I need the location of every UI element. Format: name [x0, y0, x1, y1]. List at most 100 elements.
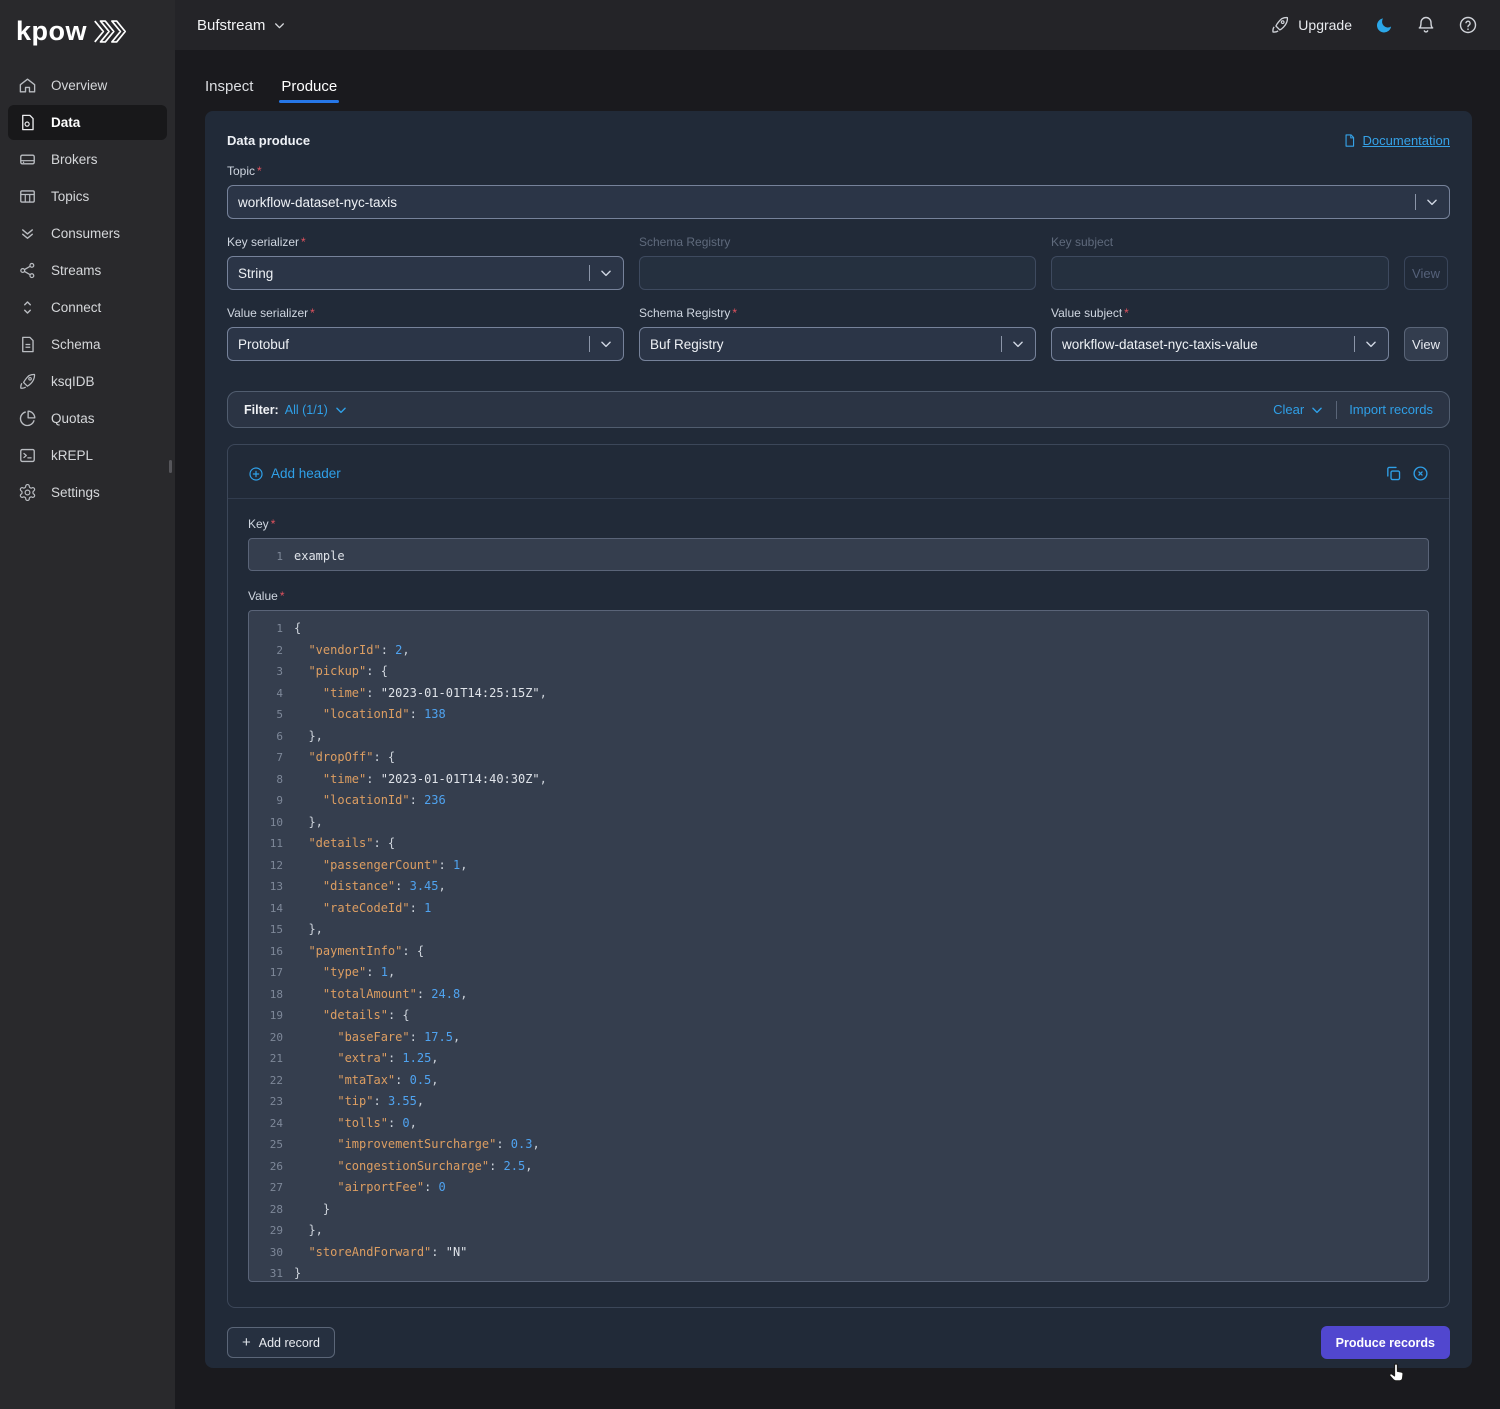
add-header-button[interactable]: Add header: [248, 466, 341, 482]
code-line: 16 "paymentInfo": {: [249, 941, 1428, 963]
sidebar: kpow OverviewDataBrokersTopicsConsumersS…: [0, 0, 175, 1409]
topic-select[interactable]: workflow-dataset-nyc-taxis: [227, 185, 1450, 219]
chevron-down-icon: [273, 19, 286, 32]
filter-bar: Filter: All (1/1) Clear Import records: [227, 391, 1450, 428]
tab-inspect[interactable]: Inspect: [205, 78, 253, 111]
home-icon: [18, 76, 37, 95]
record-key-editor[interactable]: 1example: [248, 538, 1429, 571]
value-subject-view-button[interactable]: View: [1404, 327, 1448, 361]
key-serializer-label: Key serializer*: [227, 235, 624, 249]
rocket-icon: [1270, 15, 1290, 35]
sidebar-item-settings[interactable]: Settings: [8, 475, 167, 510]
value-subject-select[interactable]: workflow-dataset-nyc-taxis-value: [1051, 327, 1389, 361]
cluster-selector[interactable]: Bufstream: [197, 17, 286, 34]
sidebar-item-connect[interactable]: Connect: [8, 290, 167, 325]
add-record-button[interactable]: + Add record: [227, 1327, 335, 1358]
sidebar-item-label: Topics: [51, 189, 89, 204]
consumers-chevrons-icon: [18, 224, 37, 243]
code-line: 18 "totalAmount": 24.8,: [249, 984, 1428, 1006]
data-file-icon: [18, 113, 37, 132]
streams-share-icon: [18, 261, 37, 280]
schema-registry-label: Schema Registry*: [639, 306, 1036, 320]
sidebar-item-quotas[interactable]: Quotas: [8, 401, 167, 436]
schema-registry-select[interactable]: Buf Registry: [639, 327, 1036, 361]
upgrade-button[interactable]: Upgrade: [1270, 15, 1352, 35]
kpow-chevrons-icon: [91, 19, 129, 44]
code-line: 23 "tip": 3.55,: [249, 1091, 1428, 1113]
import-records-button[interactable]: Import records: [1349, 402, 1433, 417]
sidebar-item-data[interactable]: Data: [8, 105, 167, 140]
sidebar-item-topics[interactable]: Topics: [8, 179, 167, 214]
required-star: *: [257, 164, 262, 178]
tab-produce[interactable]: Produce: [281, 78, 337, 111]
key-subject-label: Key subject: [1051, 235, 1389, 249]
code-line: 12 "passengerCount": 1,: [249, 855, 1428, 877]
value-subject-value: workflow-dataset-nyc-taxis-value: [1062, 337, 1348, 352]
key-schema-registry-input: [639, 256, 1036, 290]
code-line: 31}: [249, 1263, 1428, 1282]
gear-icon: [18, 483, 37, 502]
sidebar-item-label: kREPL: [51, 448, 93, 463]
sidebar-item-ksqidb[interactable]: ksqIDB: [8, 364, 167, 399]
sidebar-item-overview[interactable]: Overview: [8, 68, 167, 103]
topbar: Bufstream Upgrade: [175, 0, 1500, 50]
sidebar-collapse-handle[interactable]: [169, 460, 172, 473]
data-produce-panel: Data produce Documentation Topic* workfl…: [205, 111, 1472, 1368]
sidebar-item-label: Overview: [51, 78, 107, 93]
code-line: 24 "tolls": 0,: [249, 1113, 1428, 1135]
key-schema-registry-label: Schema Registry: [639, 235, 1036, 249]
key-subject-view-button: View: [1404, 256, 1448, 290]
record-value-label: Value*: [248, 589, 1429, 603]
sidebar-item-label: Consumers: [51, 226, 120, 241]
produce-records-button[interactable]: Produce records: [1321, 1326, 1450, 1359]
content: Inspect Produce Data produce Documentati…: [175, 50, 1500, 1409]
chevron-down-icon: [1310, 403, 1324, 417]
divider: [1336, 401, 1337, 419]
chevron-down-icon: [1364, 337, 1378, 351]
required-star: *: [280, 589, 285, 603]
duplicate-record-copy-icon[interactable]: [1385, 465, 1402, 482]
value-serializer-label: Value serializer*: [227, 306, 624, 320]
clear-button[interactable]: Clear: [1273, 402, 1324, 417]
schema-file-icon: [18, 335, 37, 354]
required-star: *: [732, 306, 737, 320]
remove-record-icon[interactable]: [1412, 465, 1429, 482]
quotas-pie-icon: [18, 409, 37, 428]
notifications-bell-icon[interactable]: [1416, 15, 1436, 35]
dark-mode-toggle-moon-icon[interactable]: [1374, 15, 1394, 35]
code-line: 8 "time": "2023-01-01T14:40:30Z",: [249, 769, 1428, 791]
code-line: 10 },: [249, 812, 1428, 834]
topic-label: Topic*: [227, 164, 1450, 178]
documentation-link[interactable]: Documentation: [1342, 133, 1450, 148]
sidebar-item-label: Data: [51, 115, 80, 130]
sidebar-item-label: Streams: [51, 263, 101, 278]
key-serializer-select[interactable]: String: [227, 256, 624, 290]
sidebar-item-krepl[interactable]: kREPL: [8, 438, 167, 473]
upgrade-label: Upgrade: [1298, 17, 1352, 33]
code-line: 28 }: [249, 1199, 1428, 1221]
chevron-down-icon: [1011, 337, 1025, 351]
key-subject-input: [1051, 256, 1389, 290]
code-line: 4 "time": "2023-01-01T14:25:15Z",: [249, 683, 1428, 705]
select-divider: [1001, 336, 1002, 352]
code-line: 20 "baseFare": 17.5,: [249, 1027, 1428, 1049]
code-line: 14 "rateCodeId": 1: [249, 898, 1428, 920]
code-line: 15 },: [249, 919, 1428, 941]
schema-registry-value: Buf Registry: [650, 337, 995, 352]
filter-dropdown[interactable]: Filter: All (1/1): [244, 403, 348, 417]
help-icon[interactable]: [1458, 15, 1478, 35]
sidebar-item-streams[interactable]: Streams: [8, 253, 167, 288]
code-line: 22 "mtaTax": 0.5,: [249, 1070, 1428, 1092]
plus-icon: +: [242, 1334, 251, 1351]
sidebar-item-brokers[interactable]: Brokers: [8, 142, 167, 177]
terminal-icon: [18, 446, 37, 465]
code-line: 5 "locationId": 138: [249, 704, 1428, 726]
sidebar-item-consumers[interactable]: Consumers: [8, 216, 167, 251]
connect-sort-icon: [18, 298, 37, 317]
sidebar-nav: Overview Data Brokers Topics Consumers Stream…: [0, 67, 175, 511]
record-value-editor[interactable]: 1{2 "vendorId": 2,3 "pickup": {4 "time":…: [248, 610, 1429, 1282]
value-serializer-select[interactable]: Protobuf: [227, 327, 624, 361]
code-line: 17 "type": 1,: [249, 962, 1428, 984]
sidebar-item-schema[interactable]: Schema: [8, 327, 167, 362]
sidebar-item-label: Brokers: [51, 152, 98, 167]
